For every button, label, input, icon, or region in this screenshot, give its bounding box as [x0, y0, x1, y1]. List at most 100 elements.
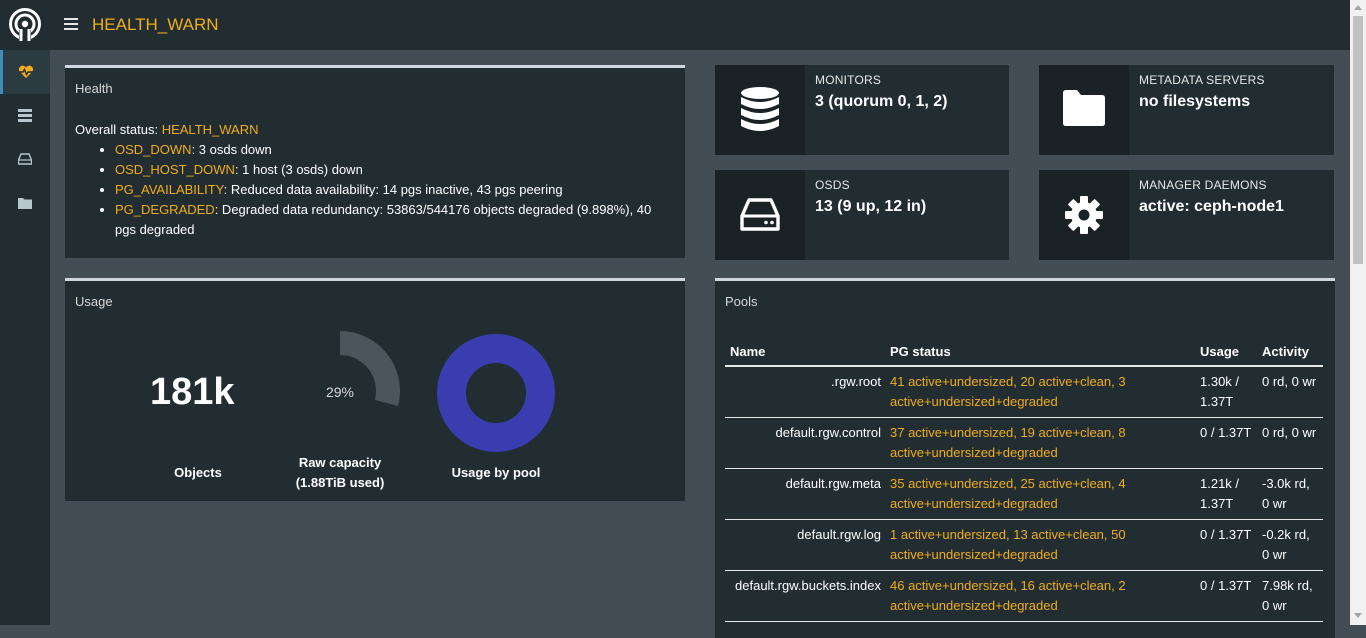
monitors-box[interactable]: MONITORS 3 (quorum 0, 1, 2): [715, 65, 1009, 155]
pool-donut-ring[interactable]: [437, 334, 555, 452]
osds-value: 13 (9 up, 12 in): [815, 198, 927, 215]
health-check: PG_DEGRADED: Degraded data redundancy: 5…: [115, 200, 675, 240]
column-header-usage[interactable]: Usage: [1195, 337, 1257, 367]
scrollbar-thumb[interactable]: [1353, 16, 1363, 264]
health-body: Overall status: HEALTH_WARN OSD_DOWN: 3 …: [75, 120, 675, 240]
column-header-pg-status[interactable]: PG status: [885, 337, 1195, 367]
table-row[interactable]: default.rgw.control 37 active+undersized…: [725, 417, 1323, 469]
pools-panel: Pools Name PG status Usage Activity .rgw…: [715, 278, 1335, 638]
health-panel: Health Overall status: HEALTH_WARN OSD_D…: [65, 65, 685, 258]
pool-name: default.rgw.control: [725, 417, 885, 469]
page-scrollbar[interactable]: [1350, 0, 1366, 625]
osds-box[interactable]: OSDS 13 (9 up, 12 in): [715, 170, 1009, 260]
gear-icon: [1065, 196, 1103, 234]
health-check-message: : Reduced data availability: 14 pgs inac…: [223, 182, 563, 197]
health-checks-list: OSD_DOWN: 3 osds down OSD_HOST_DOWN: 1 h…: [75, 140, 675, 240]
health-check-code: OSD_HOST_DOWN: [115, 162, 235, 177]
table-row[interactable]: default.rgw.meta 35 active+undersized, 2…: [725, 468, 1323, 520]
pool-activity: 7.98k rd, 0 wr: [1257, 570, 1323, 622]
database-icon: [741, 87, 779, 131]
stat-icon-area: [715, 65, 805, 155]
raw-capacity-percent: 29%: [326, 384, 354, 400]
objects-label: Objects: [174, 465, 222, 480]
stat-icon-area: [1039, 65, 1129, 155]
health-check-code: PG_DEGRADED: [115, 202, 215, 217]
pool-name: default.rgw.meta: [725, 468, 885, 520]
health-check-code: OSD_DOWN: [115, 142, 192, 157]
heartbeat-icon: [18, 65, 34, 78]
usage-by-pool-chart[interactable]: [436, 333, 556, 453]
osds-label: OSDS: [815, 178, 850, 192]
health-check: PG_AVAILABILITY: Reduced data availabili…: [115, 180, 675, 200]
health-check: OSD_DOWN: 3 osds down: [115, 140, 675, 160]
pool-pg-status: 46 active+undersized, 16 active+clean, 2…: [885, 570, 1195, 622]
pool-pg-status: 35 active+undersized, 25 active+clean, 4…: [885, 468, 1195, 520]
overall-status-label: Overall status:: [75, 122, 162, 137]
raw-capacity-label: Raw capacity (1.88TiB used): [280, 453, 400, 493]
mgr-value: active: ceph-node1: [1139, 198, 1284, 215]
pool-name: default.rgw.buckets.index: [725, 570, 885, 622]
pool-name: default.rgw.log: [725, 519, 885, 571]
mds-value: no filesystems: [1139, 93, 1251, 110]
pool-activity: 0 rd, 0 wr: [1257, 366, 1323, 418]
sidebar-item-storage[interactable]: [0, 138, 50, 182]
sidebar-item-servers[interactable]: [0, 94, 50, 138]
table-row[interactable]: default.rgw.buckets.index 46 active+unde…: [725, 570, 1323, 622]
column-header-activity[interactable]: Activity: [1257, 337, 1323, 367]
usage-by-pool-label: Usage by pool: [451, 465, 541, 480]
monitors-value: 3 (quorum 0, 1, 2): [815, 93, 948, 110]
cluster-status: HEALTH_WARN: [92, 15, 219, 34]
table-header-row: Name PG status Usage Activity: [725, 337, 1323, 367]
pool-usage: 0 / 1.37T: [1195, 417, 1257, 469]
pool-activity: -3.0k rd, 0 wr: [1257, 468, 1323, 520]
raw-capacity-gauge: 29%: [326, 331, 400, 406]
panel-title: Usage: [75, 294, 113, 309]
overall-status-value: HEALTH_WARN: [161, 122, 259, 137]
table-row[interactable]: default.rgw.log 1 active+undersized, 13 …: [725, 519, 1323, 571]
health-check-message: : 1 host (3 osds) down: [234, 162, 363, 177]
sidebar-item-filesystems[interactable]: [0, 182, 50, 226]
pool-usage: 1.30k / 1.37T: [1195, 366, 1257, 418]
scroll-up-arrow-icon[interactable]: [1354, 5, 1362, 10]
stat-icon-area: [1039, 170, 1129, 260]
health-check: OSD_HOST_DOWN: 1 host (3 osds) down: [115, 160, 675, 180]
hdd-icon: [740, 198, 780, 231]
hamburger-line: [64, 23, 78, 25]
manager-daemons-box[interactable]: MANAGER DAEMONS active: ceph-node1: [1039, 170, 1334, 260]
hdd-icon: [18, 153, 32, 165]
mds-label: METADATA SERVERS: [1139, 73, 1265, 87]
pool-usage: 0 / 1.37T: [1195, 570, 1257, 622]
pools-table: Name PG status Usage Activity .rgw.root …: [725, 337, 1323, 622]
panel-title: Health: [75, 81, 113, 96]
hamburger-line: [64, 28, 78, 30]
ceph-logo-icon[interactable]: [8, 8, 42, 42]
scroll-down-arrow-icon[interactable]: [1354, 613, 1362, 618]
folder-icon: [1063, 90, 1105, 126]
pool-pg-status: 1 active+undersized, 13 active+clean, 50…: [885, 519, 1195, 571]
pool-pg-status: 37 active+undersized, 19 active+clean, 8…: [885, 417, 1195, 469]
pool-pg-status: 41 active+undersized, 20 active+clean, 3…: [885, 366, 1195, 418]
health-check-code: PG_AVAILABILITY: [115, 182, 224, 197]
objects-count: 181k: [150, 371, 235, 413]
main-content: Health Overall status: HEALTH_WARN OSD_D…: [50, 50, 1350, 638]
table-row[interactable]: .rgw.root 41 active+undersized, 20 activ…: [725, 366, 1323, 418]
hamburger-line: [64, 18, 78, 20]
metadata-servers-box[interactable]: METADATA SERVERS no filesystems: [1039, 65, 1334, 155]
sidebar-item-dashboard[interactable]: [0, 50, 50, 94]
panel-title: Pools: [725, 294, 758, 309]
stat-icon-area: [715, 170, 805, 260]
menu-toggle-button[interactable]: [64, 15, 78, 35]
pool-activity: 0 rd, 0 wr: [1257, 417, 1323, 469]
pool-usage: 1.21k / 1.37T: [1195, 468, 1257, 520]
raw-capacity-label-line1: Raw capacity: [298, 455, 382, 470]
server-icon: [18, 109, 32, 122]
health-check-message: : 3 osds down: [191, 142, 272, 157]
monitors-label: MONITORS: [815, 73, 882, 87]
mgr-label: MANAGER DAEMONS: [1139, 178, 1267, 192]
pool-activity: -0.2k rd, 0 wr: [1257, 519, 1323, 571]
overall-status: Overall status: HEALTH_WARN: [75, 120, 675, 140]
column-header-name[interactable]: Name: [725, 337, 885, 367]
pool-usage: 0 / 1.37T: [1195, 519, 1257, 571]
folder-icon: [18, 198, 32, 209]
raw-capacity-label-line2: (1.88TiB used): [295, 475, 385, 490]
